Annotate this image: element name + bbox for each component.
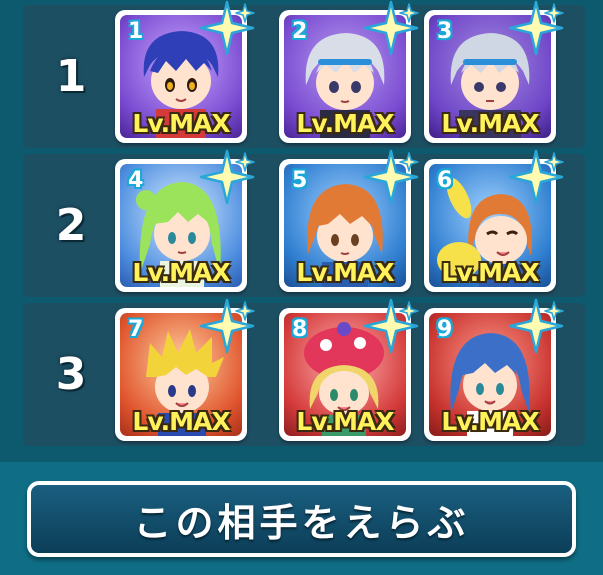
slot-number: 5 — [292, 168, 308, 193]
team-row-3: 3 7 Lv.MAX 8 Lv.MAX 9 Lv.MAX — [23, 298, 585, 446]
slot-number: 6 — [437, 168, 453, 193]
level-badge: Lv.MAX — [296, 258, 394, 287]
slot-number: 8 — [292, 317, 308, 342]
row-number: 1 — [55, 51, 87, 102]
level-badge: Lv.MAX — [132, 407, 230, 436]
character-card-7[interactable]: 7 Lv.MAX — [115, 298, 255, 441]
sparkle-icon — [363, 0, 419, 56]
level-badge: Lv.MAX — [296, 109, 394, 138]
sparkle-icon — [199, 149, 255, 205]
sparkle-icon — [199, 298, 255, 354]
team-row-1: 1 1 Lv.MAX 2 Lv.MAX 3 Lv.MAX — [23, 0, 585, 148]
character-card-4[interactable]: 4 Lv.MAX — [115, 149, 255, 292]
slot-number: 4 — [128, 168, 144, 193]
sparkle-icon — [508, 298, 564, 354]
level-badge: Lv.MAX — [132, 258, 230, 287]
character-card-3[interactable]: 3 Lv.MAX — [424, 0, 564, 143]
row-number: 2 — [55, 200, 87, 251]
team-select-panel: 1 1 Lv.MAX 2 Lv.MAX 3 Lv.MAX 2 4 Lv.MAX … — [0, 0, 603, 462]
character-card-8[interactable]: 8 Lv.MAX — [279, 298, 419, 441]
sparkle-icon — [363, 149, 419, 205]
choose-opponent-button[interactable]: この相手をえらぶ — [27, 481, 576, 557]
character-card-6[interactable]: 6 Lv.MAX — [424, 149, 564, 292]
character-card-5[interactable]: 5 Lv.MAX — [279, 149, 419, 292]
character-card-2[interactable]: 2 Lv.MAX — [279, 0, 419, 143]
slot-number: 7 — [128, 317, 144, 342]
sparkle-icon — [363, 298, 419, 354]
sparkle-icon — [508, 149, 564, 205]
slot-number: 1 — [128, 19, 144, 44]
level-badge: Lv.MAX — [441, 407, 539, 436]
sparkle-icon — [508, 0, 564, 56]
slot-number: 9 — [437, 317, 453, 342]
sparkle-icon — [199, 0, 255, 56]
level-badge: Lv.MAX — [441, 258, 539, 287]
level-badge: Lv.MAX — [296, 407, 394, 436]
slot-number: 2 — [292, 19, 308, 44]
row-number: 3 — [55, 349, 87, 400]
character-card-9[interactable]: 9 Lv.MAX — [424, 298, 564, 441]
choose-opponent-label: この相手をえらぶ — [133, 500, 470, 545]
level-badge: Lv.MAX — [132, 109, 230, 138]
level-badge: Lv.MAX — [441, 109, 539, 138]
slot-number: 3 — [437, 19, 453, 44]
team-row-2: 2 4 Lv.MAX 5 Lv.MAX 6 Lv.MAX — [23, 149, 585, 297]
character-card-1[interactable]: 1 Lv.MAX — [115, 0, 255, 143]
